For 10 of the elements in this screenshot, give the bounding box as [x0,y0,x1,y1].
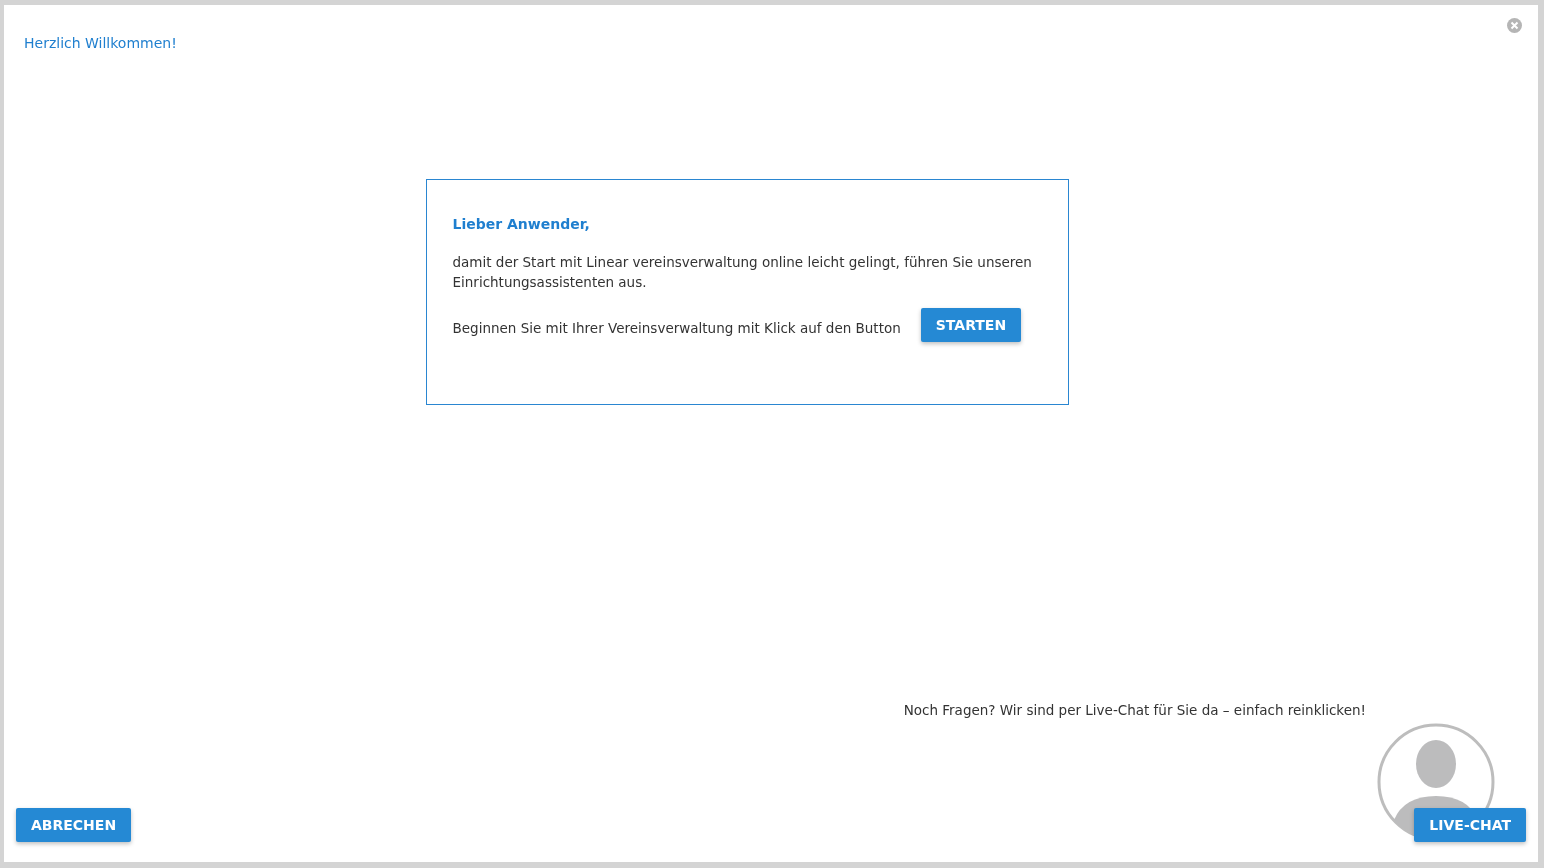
close-icon [1510,21,1519,30]
live-chat-button[interactable]: LIVE-CHAT [1414,808,1526,842]
start-button[interactable]: STARTEN [920,308,1022,342]
prompt-text: Beginnen Sie mit Ihrer Vereinsverwaltung mit Klick auf den Button [452,319,901,336]
chat-hint-text: Noch Fragen? Wir sind per Live-Chat für Sie da – einfach reinklicken! [903,702,1366,718]
dialog-title: Herzlich Willkommen! [24,35,177,51]
cancel-button[interactable]: ABRECHEN [16,808,132,842]
intro-text: damit der Start mit Linear vereinsverwaltung online leicht gelingt, führen Sie unseren Einrichtungsassistenten aus. [452,253,1033,292]
close-button[interactable] [1507,18,1522,33]
greeting-text: Lieber Anwender, [452,216,591,232]
